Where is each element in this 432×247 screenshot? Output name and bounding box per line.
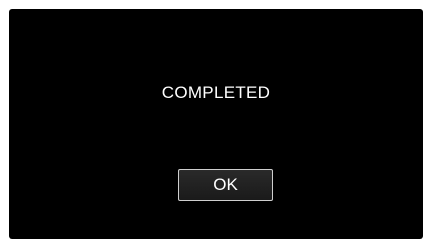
completion-dialog: COMPLETED OK — [9, 9, 423, 239]
ok-button-label: OK — [213, 175, 238, 194]
ok-button[interactable]: OK — [178, 169, 273, 201]
completion-message: COMPLETED — [161, 83, 271, 102]
